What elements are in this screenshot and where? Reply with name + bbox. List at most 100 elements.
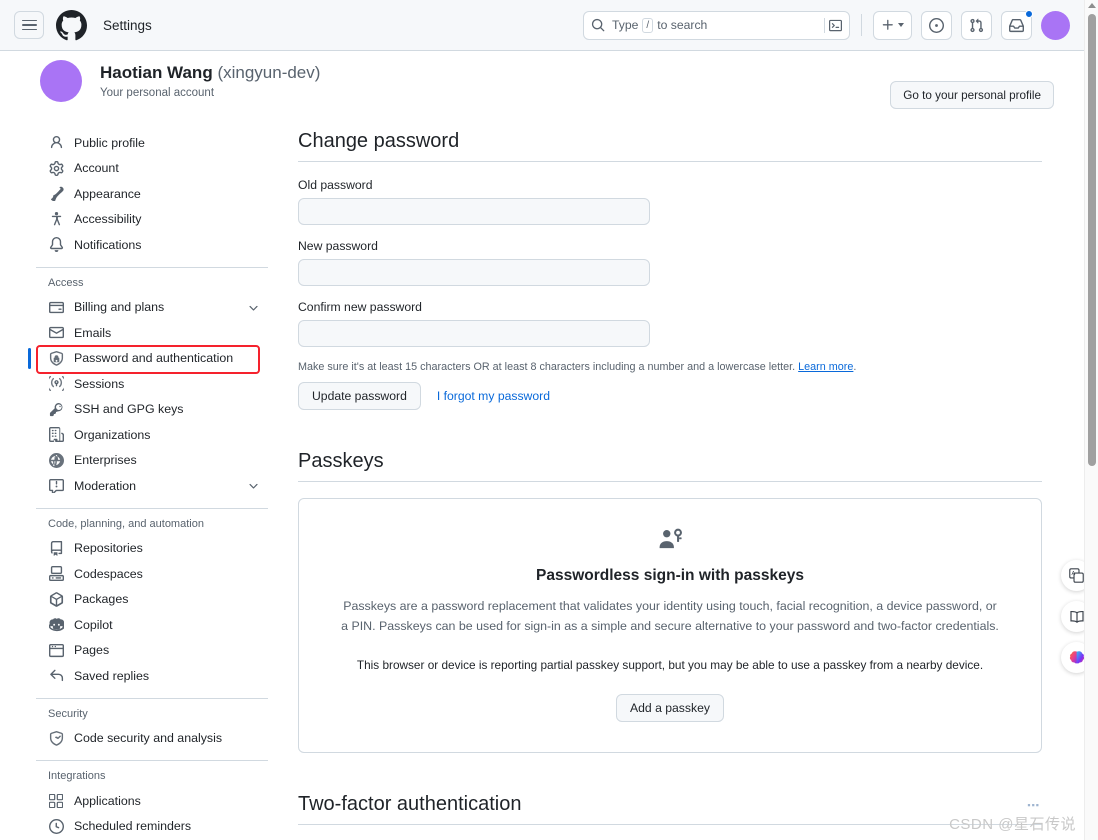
shield-check-icon xyxy=(48,730,64,746)
sidebar-item-notifications[interactable]: Notifications xyxy=(36,232,268,258)
sidebar-item-appearance[interactable]: Appearance xyxy=(36,181,268,207)
sidebar-item-billing-and-plans[interactable]: Billing and plans xyxy=(36,295,268,321)
sidebar-item-moderation[interactable]: Moderation xyxy=(36,473,268,499)
person-key-icon xyxy=(333,527,1007,553)
create-new-button[interactable] xyxy=(873,10,912,40)
github-logo[interactable] xyxy=(56,9,87,41)
page-root: Settings Type / to search Haotian Wang (… xyxy=(0,0,1098,840)
sidebar-item-label: Organizations xyxy=(74,427,151,442)
update-password-button[interactable]: Update password xyxy=(298,382,421,410)
sidebar-group-heading: Security xyxy=(48,707,88,720)
two-factor-title: Two-factor authentication xyxy=(298,793,522,816)
confirm-password-input[interactable] xyxy=(298,320,650,347)
pull-requests-button[interactable] xyxy=(961,10,992,40)
top-header: Settings Type / to search xyxy=(0,0,1084,51)
credit-card-icon xyxy=(48,299,64,315)
go-to-personal-profile-button[interactable]: Go to your personal profile xyxy=(890,81,1054,109)
clock-icon xyxy=(48,818,64,834)
broadcast-icon xyxy=(48,376,64,392)
key-icon xyxy=(48,401,64,417)
mail-icon xyxy=(48,325,64,341)
account-handle: (xingyun-dev) xyxy=(217,63,321,83)
person-icon xyxy=(48,135,64,151)
settings-sidebar: Public profile Account Appearance Accessibi… xyxy=(28,130,268,839)
passkeys-section: Passkeys Passwordless sign-in with passk… xyxy=(298,450,1042,754)
sidebar-item-label: Saved replies xyxy=(74,668,150,683)
codespaces-icon xyxy=(48,566,64,582)
sidebar-item-ssh-and-gpg-keys[interactable]: SSH and GPG keys xyxy=(36,397,268,423)
avatar[interactable] xyxy=(40,60,82,102)
chevron-down-icon[interactable] xyxy=(247,301,260,314)
sidebar-group: Public profile Account Appearance Accessibi… xyxy=(36,130,268,258)
sidebar-item-accessibility[interactable]: Accessibility xyxy=(36,207,268,233)
passkeys-card-body: Passkeys are a password replacement that… xyxy=(341,599,999,633)
package-icon xyxy=(48,591,64,607)
sidebar-item-copilot[interactable]: Copilot xyxy=(36,612,268,638)
new-password-input[interactable] xyxy=(298,259,650,286)
page-scrollbar[interactable] xyxy=(1084,0,1098,840)
password-hint: Make sure it's at least 15 characters OR… xyxy=(298,361,857,373)
old-password-input[interactable] xyxy=(298,198,650,225)
sidebar-item-label: Sessions xyxy=(74,376,125,391)
two-factor-section: Two-factor authentication xyxy=(298,793,1042,826)
header-actions: Type / to search xyxy=(583,9,1070,40)
git-pull-request-icon xyxy=(970,18,984,32)
divider xyxy=(298,161,1042,162)
old-password-label: Old password xyxy=(298,178,373,192)
user-avatar[interactable] xyxy=(1041,10,1070,40)
sidebar-item-label: Billing and plans xyxy=(74,300,165,315)
terminal-icon[interactable] xyxy=(824,17,842,33)
organization-icon xyxy=(48,427,64,443)
account-subtitle: Your personal account xyxy=(100,86,215,99)
sidebar-item-pages[interactable]: Pages xyxy=(36,638,268,664)
sidebar-item-sessions[interactable]: Sessions xyxy=(36,371,268,397)
sidebar-item-label: Pages xyxy=(74,643,110,658)
sidebar-item-packages[interactable]: Packages xyxy=(36,587,268,613)
issues-button[interactable] xyxy=(921,10,952,40)
sidebar-divider xyxy=(36,507,268,509)
sidebar-item-label: Password and authentication xyxy=(74,351,234,366)
apps-icon xyxy=(48,793,64,809)
watermark-dots: ▪▪▪ xyxy=(1027,800,1040,810)
search-placeholder-suffix: to search xyxy=(657,18,708,32)
account-header: Haotian Wang (xingyun-dev) Your personal… xyxy=(40,60,320,102)
sidebar-item-code-security-and-analysis[interactable]: Code security and analysis xyxy=(36,726,268,752)
browser-icon xyxy=(48,642,64,658)
notifications-button[interactable] xyxy=(1001,9,1033,40)
passkeys-support-note: This browser or device is reporting part… xyxy=(356,658,984,673)
learn-more-link[interactable]: Learn more xyxy=(798,361,853,373)
confirm-password-field: Confirm new password xyxy=(298,300,1042,347)
search-input[interactable]: Type / to search xyxy=(583,10,850,40)
password-actions: Update password I forgot my password xyxy=(298,382,1042,410)
sidebar-item-applications[interactable]: Applications xyxy=(36,788,268,814)
sidebar-item-label: Notifications xyxy=(74,237,142,252)
new-password-field: New password xyxy=(298,239,1042,286)
sidebar-divider xyxy=(36,266,268,268)
sidebar-item-password-and-authentication[interactable]: Password and authentication xyxy=(28,346,268,372)
sidebar-item-codespaces[interactable]: Codespaces xyxy=(36,561,268,587)
repo-icon xyxy=(48,540,64,556)
sidebar-item-label: Scheduled reminders xyxy=(74,819,192,834)
page-title: Settings xyxy=(103,17,152,33)
chevron-down-icon[interactable] xyxy=(247,479,260,492)
account-fullname: Haotian Wang xyxy=(100,63,213,83)
sidebar-item-scheduled-reminders[interactable]: Scheduled reminders xyxy=(36,814,268,840)
sidebar-item-public-profile[interactable]: Public profile xyxy=(36,130,268,156)
sidebar-item-enterprises[interactable]: Enterprises xyxy=(36,448,268,474)
scroll-up-arrow-icon[interactable] xyxy=(1088,3,1096,8)
sidebar-item-account[interactable]: Account xyxy=(36,156,268,182)
hamburger-icon[interactable] xyxy=(14,11,44,39)
search-key-hint: / xyxy=(642,17,654,33)
svg-text:A: A xyxy=(1072,571,1076,577)
forgot-password-link[interactable]: I forgot my password xyxy=(437,389,550,403)
passkeys-card: Passwordless sign-in with passkeys Passk… xyxy=(298,498,1042,754)
scrollbar-thumb[interactable] xyxy=(1088,14,1096,466)
sidebar-item-emails[interactable]: Emails xyxy=(36,320,268,346)
add-passkey-button[interactable]: Add a passkey xyxy=(616,694,724,723)
sidebar-item-saved-replies[interactable]: Saved replies xyxy=(36,663,268,689)
sidebar-item-label: Repositories xyxy=(74,541,143,556)
sidebar-group: Applications Scheduled reminders xyxy=(36,788,268,839)
sidebar-item-organizations[interactable]: Organizations xyxy=(36,422,268,448)
report-icon xyxy=(48,478,64,494)
sidebar-item-repositories[interactable]: Repositories xyxy=(36,536,268,562)
